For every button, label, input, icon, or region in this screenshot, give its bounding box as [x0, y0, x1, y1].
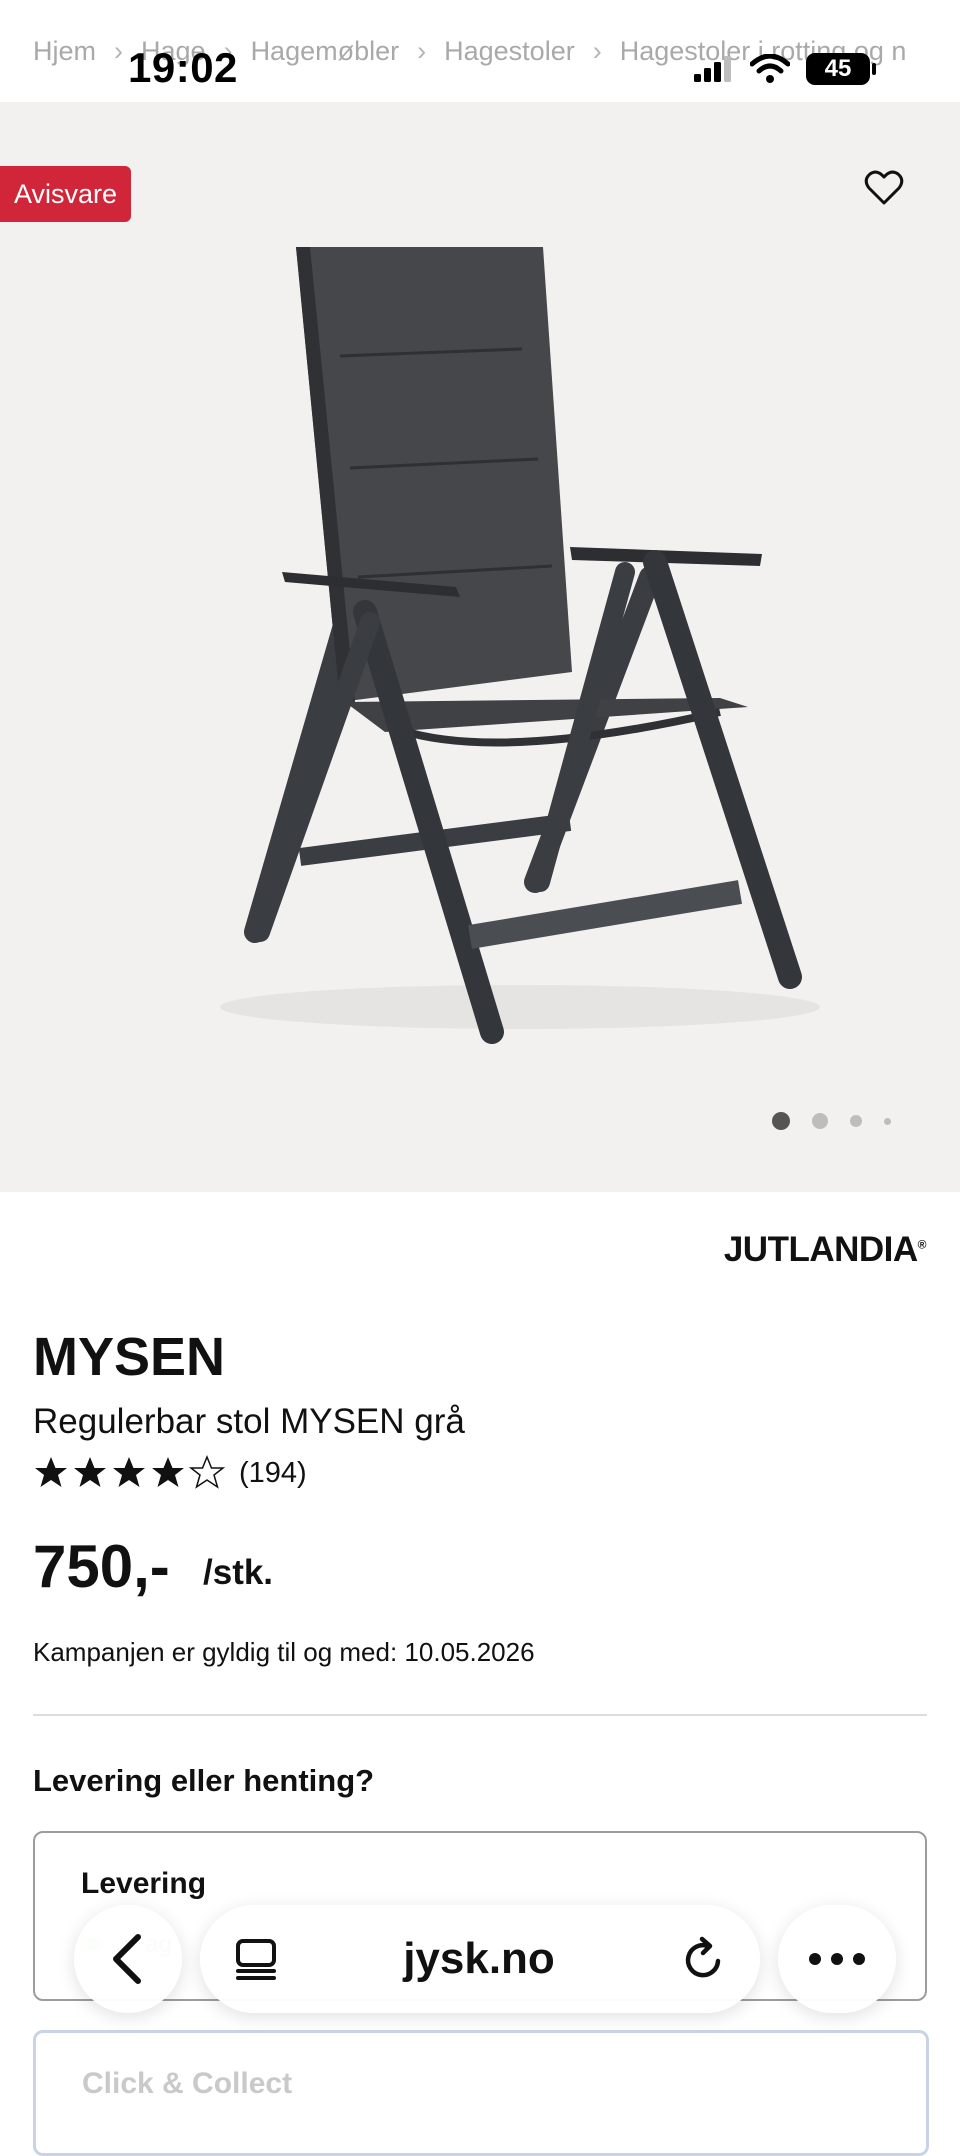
status-time: 19:02 [128, 44, 238, 91]
browser-more-button[interactable] [778, 1905, 896, 2013]
brand-logo[interactable]: JUTLANDIA® [723, 1230, 927, 1270]
delivery-heading: Levering eller henting? [33, 1763, 375, 1798]
breadcrumb-item[interactable]: Hjem [33, 36, 96, 67]
reload-icon[interactable] [680, 1936, 726, 1982]
delivery-option-title: Levering [81, 1867, 207, 1900]
breadcrumb-item[interactable]: Hagemøbler [251, 36, 400, 67]
rating-count[interactable]: (194) [239, 1457, 307, 1490]
divider [33, 1714, 927, 1716]
browser-back-button[interactable] [74, 1905, 182, 2013]
product-subtitle: Regulerbar stol MYSEN grå [33, 1402, 465, 1441]
wifi-icon [750, 54, 790, 83]
campaign-validity: Kampanjen er gyldig til og med: 10.05.20… [33, 1637, 535, 1667]
rating[interactable]: (194) [33, 1455, 307, 1491]
top-bar: Hjem › Hage › Hagemøbler › Hagestoler › Hagestol… [0, 0, 960, 102]
rating-stars-icon [35, 1455, 225, 1489]
more-dots-icon [809, 1953, 865, 1965]
gallery-pagination[interactable] [772, 1112, 891, 1130]
status-icons: 45 [694, 50, 876, 88]
chevron-left-icon [113, 1934, 141, 1984]
product-title: MYSEN [33, 1327, 226, 1387]
browser-address-bar[interactable]: jysk.no [200, 1905, 760, 2013]
url-text[interactable]: jysk.no [403, 1934, 555, 1984]
click-collect-title: Click & Collect [82, 2067, 293, 2100]
click-collect-option-card[interactable]: Click & Collect [33, 2030, 929, 2156]
gallery-dot-active[interactable] [772, 1112, 790, 1130]
gallery-dot[interactable] [812, 1113, 828, 1129]
brand-mark: ® [917, 1237, 927, 1252]
cellular-signal-icon [694, 56, 731, 82]
battery-level: 45 [824, 55, 852, 82]
chevron-right-icon: › [417, 36, 427, 66]
price: 750,- [33, 1533, 170, 1600]
gallery-dot[interactable] [850, 1115, 862, 1127]
chevron-right-icon: › [592, 36, 602, 66]
product-image-chair [220, 247, 820, 1044]
breadcrumb-item[interactable]: Hagestoler [444, 36, 575, 67]
brand-name: JUTLANDIA [723, 1230, 918, 1269]
battery-icon: 45 [806, 53, 876, 85]
price-unit: /stk. [203, 1553, 274, 1592]
chevron-right-icon: › [114, 36, 124, 66]
product-image-gallery[interactable]: Avisvare [0, 102, 960, 1192]
gallery-dot[interactable] [884, 1117, 891, 1125]
tabs-overview-icon[interactable] [234, 1937, 278, 1981]
